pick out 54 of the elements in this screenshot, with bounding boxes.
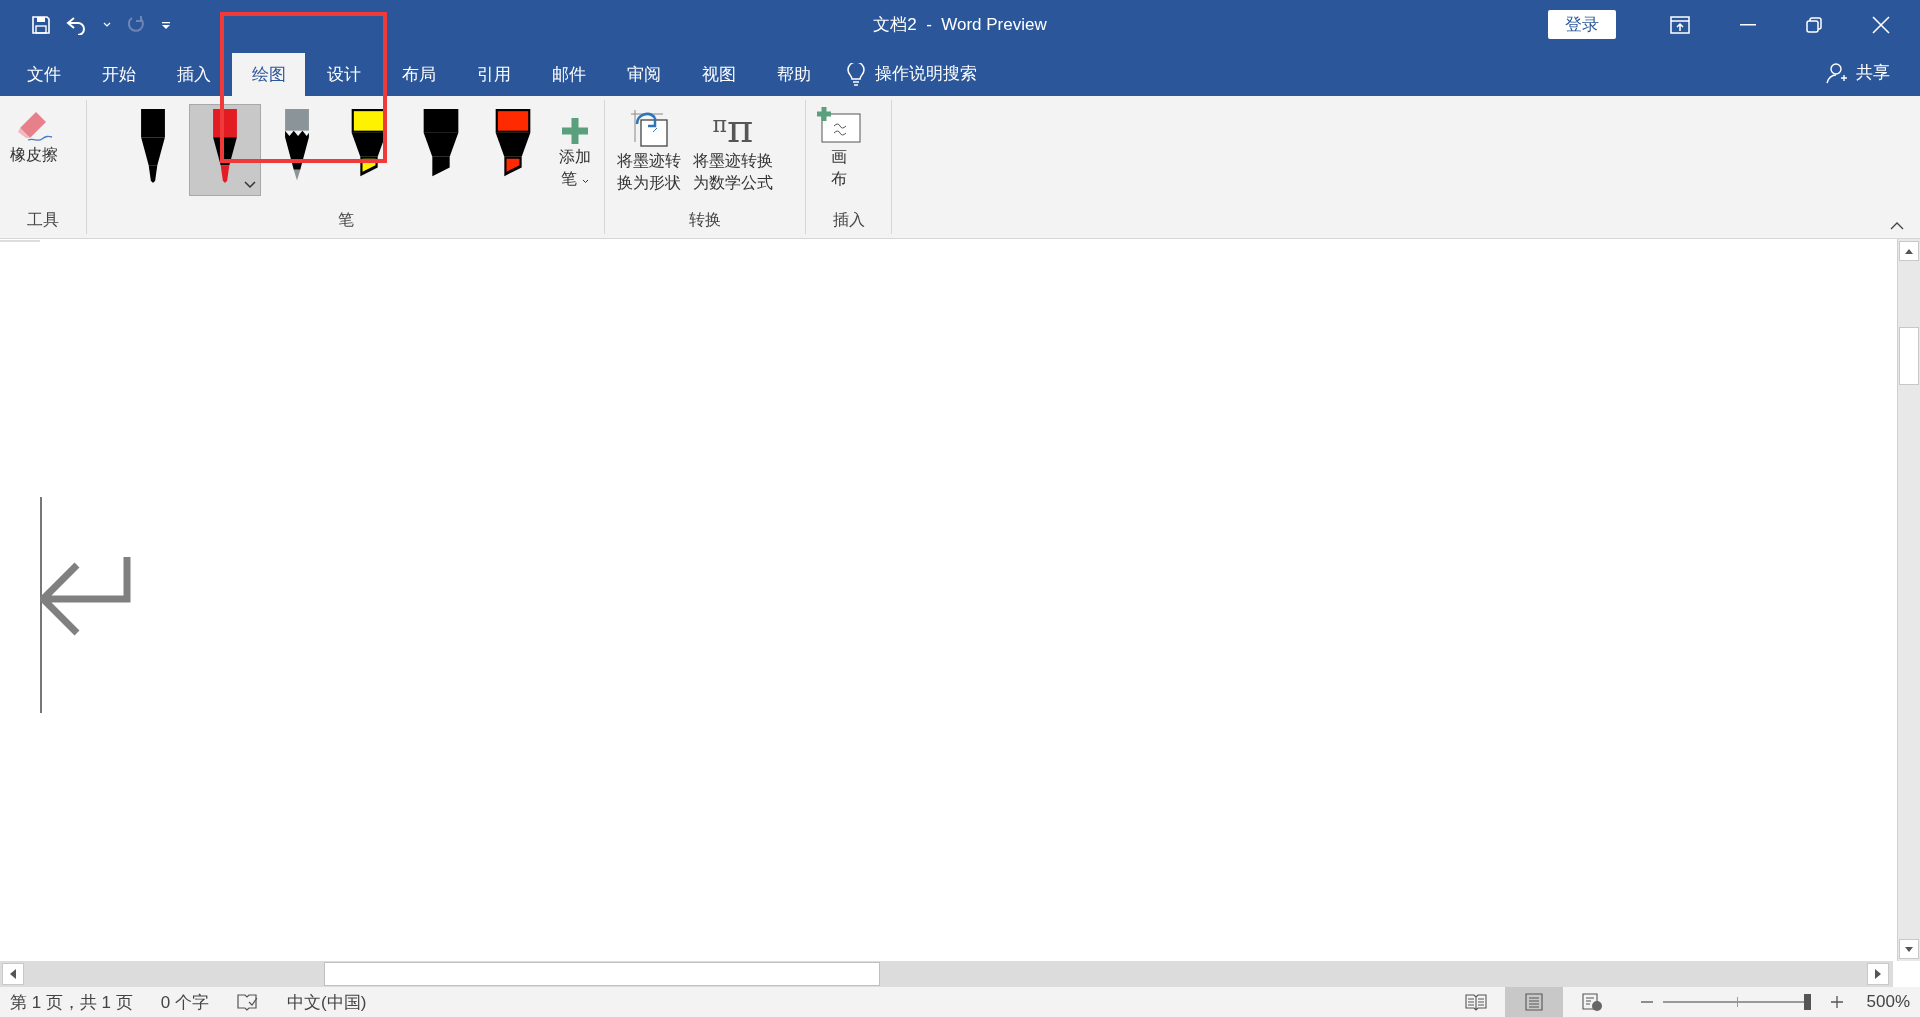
zoom-in-icon[interactable] xyxy=(1830,996,1843,1008)
page-count[interactable]: 第 1 页，共 1 页 xyxy=(10,990,133,1014)
web-page-icon xyxy=(1580,993,1603,1011)
plus-icon xyxy=(560,116,590,146)
eraser-button[interactable]: 橡皮擦 xyxy=(4,102,64,170)
ribbon-tab[interactable]: 审阅 xyxy=(606,53,681,96)
ribbon-tab[interactable]: 文件 xyxy=(6,53,81,96)
page-icon xyxy=(1522,993,1545,1011)
scroll-left-icon[interactable] xyxy=(2,963,24,985)
ribbon-tab[interactable]: 视图 xyxy=(681,53,756,96)
word-count[interactable]: 0 个字 xyxy=(160,990,209,1014)
scrollbar-thumb[interactable] xyxy=(1899,327,1919,385)
tell-me-search[interactable]: 操作说明搜索 xyxy=(875,62,977,85)
collapse-ribbon-icon[interactable] xyxy=(1890,222,1904,230)
zoom-slider[interactable] xyxy=(1662,992,1811,1012)
ribbon-tab[interactable]: 绘图 xyxy=(232,53,305,96)
ribbon-tab[interactable]: 邮件 xyxy=(531,53,606,96)
ink-to-shape-button[interactable]: 将墨迹转 换为形状 xyxy=(615,102,683,198)
group-label: 转换 xyxy=(688,210,722,230)
scroll-down-icon[interactable] xyxy=(1899,939,1919,959)
group-label: 笔 xyxy=(336,210,355,230)
ribbon-tab[interactable]: 插入 xyxy=(156,53,231,96)
ribbon-display-icon[interactable] xyxy=(1670,15,1690,34)
restore-icon[interactable] xyxy=(1806,16,1822,33)
group-label: 插入 xyxy=(831,210,866,230)
ribbon-tab[interactable]: 设计 xyxy=(306,53,381,96)
ribbon-tab[interactable]: 开始 xyxy=(81,53,156,96)
share-button[interactable]: 共享 xyxy=(1826,61,1890,84)
group-label: 工具 xyxy=(26,210,60,230)
pen-button[interactable] xyxy=(189,104,261,196)
minimize-icon[interactable] xyxy=(1740,23,1756,26)
login-button[interactable]: 登录 xyxy=(1548,10,1616,39)
paragraph-mark-icon xyxy=(40,555,132,637)
book-icon xyxy=(1464,993,1487,1011)
language-indicator[interactable]: 中文(中国) xyxy=(287,990,367,1014)
window-title: 文档2 - Word Preview xyxy=(873,14,1047,36)
scroll-up-icon[interactable] xyxy=(1899,241,1919,261)
person-add-icon xyxy=(1826,61,1848,84)
scroll-right-icon[interactable] xyxy=(1867,963,1889,985)
ribbon-tab[interactable]: 布局 xyxy=(381,53,456,96)
zoom-level[interactable]: 500% xyxy=(1866,992,1910,1012)
lightbulb-icon xyxy=(847,62,865,87)
customize-icon[interactable] xyxy=(161,19,171,30)
scrollbar-thumb[interactable] xyxy=(324,962,880,986)
caret-icon[interactable] xyxy=(244,181,256,189)
save-icon[interactable] xyxy=(31,14,51,35)
ribbon-tab[interactable]: 帮助 xyxy=(756,53,831,96)
add-pen-button[interactable]: 添加 笔 xyxy=(553,102,597,194)
caret-icon xyxy=(581,179,589,184)
close-icon[interactable] xyxy=(1872,15,1890,34)
canvas-icon xyxy=(816,106,862,146)
drawing-canvas-button[interactable]: 画 布 xyxy=(810,102,868,194)
ribbon-tab[interactable]: 引用 xyxy=(456,53,531,96)
proofing-icon[interactable] xyxy=(237,993,259,1011)
